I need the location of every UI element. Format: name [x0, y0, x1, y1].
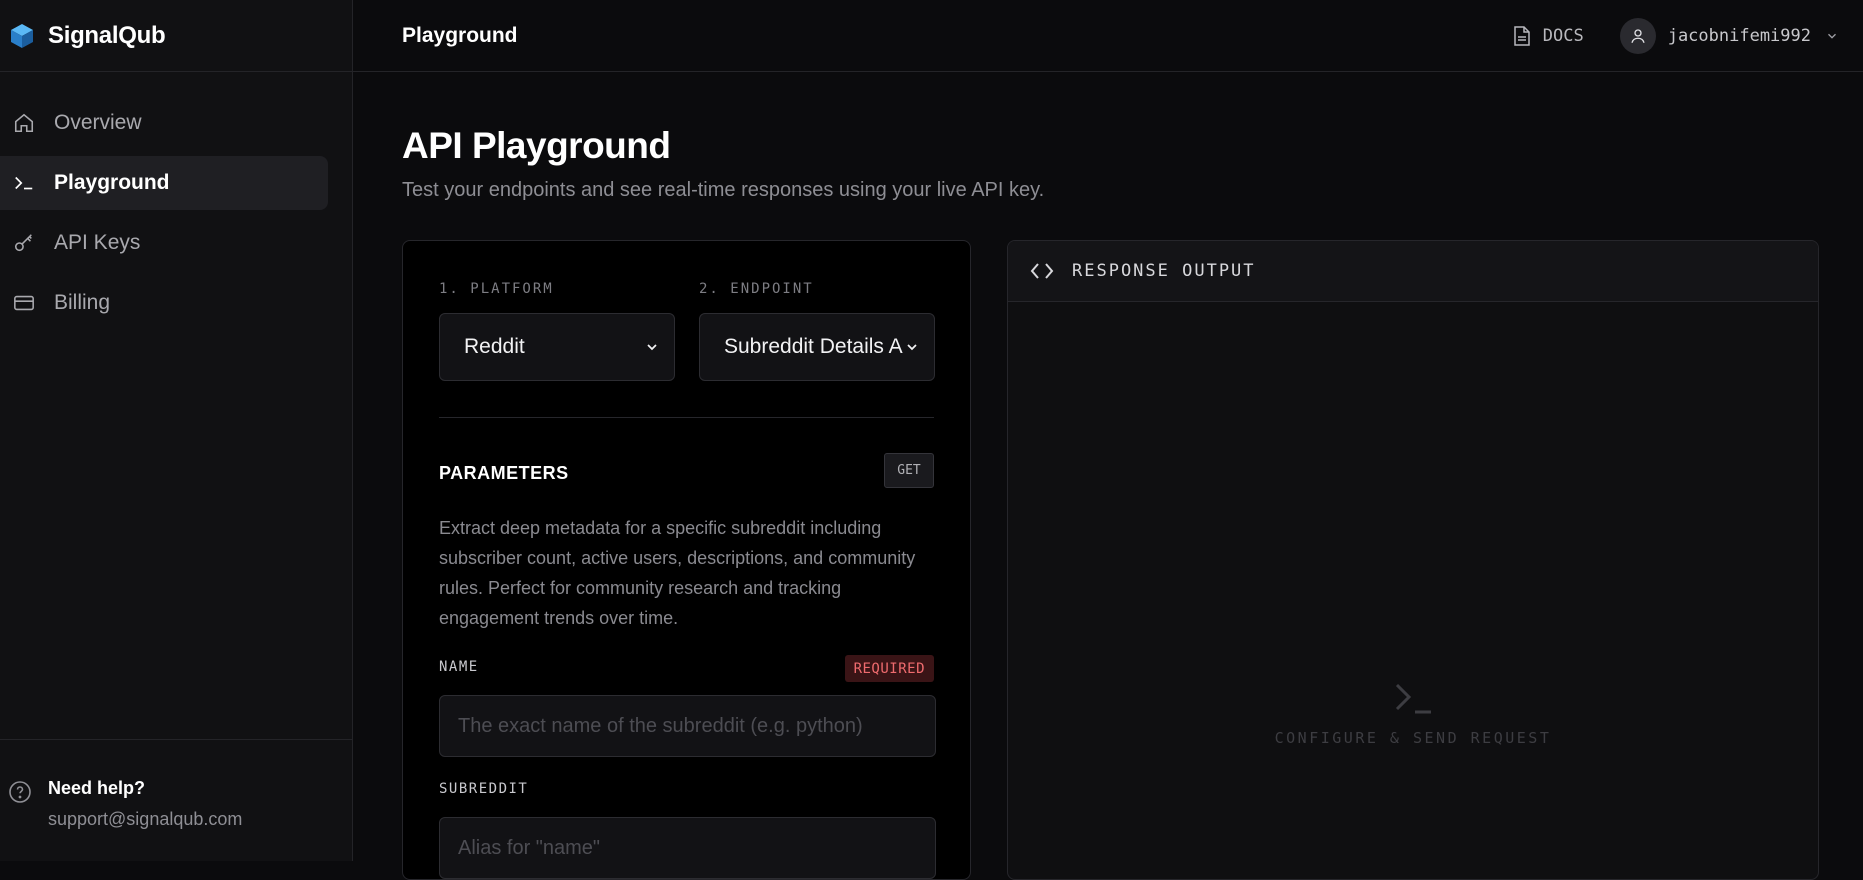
credit-card-icon — [12, 291, 36, 315]
name-input[interactable] — [439, 695, 936, 757]
sidebar-item-api-keys[interactable]: API Keys — [0, 216, 328, 270]
sidebar: SignalQub Overview Playground API Keys B… — [0, 0, 353, 861]
sidebar-item-overview[interactable]: Overview — [0, 96, 328, 150]
sidebar-item-label: Overview — [54, 111, 142, 134]
code-brackets-icon — [1030, 263, 1054, 279]
sidebar-item-label: Playground — [54, 171, 170, 194]
main-content: API Playground Test your endpoints and s… — [353, 72, 1863, 880]
endpoint-description: Extract deep metadata for a specific sub… — [439, 518, 916, 628]
user-icon — [1631, 28, 1645, 43]
subreddit-field-label: SUBREDDIT — [439, 781, 529, 797]
username: jacobnifemi992 — [1667, 25, 1811, 46]
parameters-title: PARAMETERS — [439, 463, 569, 483]
support-email-link[interactable]: support@signalqub.com — [48, 809, 242, 830]
topbar-title: Playground — [402, 23, 518, 47]
sidebar-item-billing[interactable]: Billing — [0, 276, 328, 330]
sidebar-item-playground[interactable]: Playground — [0, 156, 328, 210]
help-section: Need help? support@signalqub.com — [0, 739, 352, 861]
topbar: Playground DOCS jacobnifemi992 — [353, 0, 1863, 72]
docs-link[interactable]: DOCS — [1513, 26, 1584, 46]
endpoint-value: Subreddit Details API — [724, 335, 904, 358]
terminal-icon — [12, 171, 36, 195]
document-icon — [1514, 25, 1530, 46]
name-field-label: NAME — [439, 659, 479, 675]
avatar — [1619, 17, 1656, 54]
response-empty-state: CONFIGURE & SEND REQUEST — [1008, 681, 1818, 748]
platform-value: Reddit — [464, 335, 525, 358]
help-title: Need help? — [48, 778, 146, 798]
chevron-down-icon — [907, 344, 917, 351]
docs-label: DOCS — [1542, 25, 1584, 46]
response-header: RESPONSE OUTPUT — [1008, 241, 1818, 302]
sidebar-item-label: Billing — [54, 291, 111, 314]
brand-name: SignalQub — [48, 21, 166, 49]
request-config-card: 1. PLATFORM 2. ENDPOINT Reddit Subreddit… — [402, 240, 971, 880]
chevron-down-icon — [647, 344, 657, 351]
key-icon — [12, 231, 36, 255]
http-method-badge: GET — [884, 453, 934, 488]
sidebar-nav: Overview Playground API Keys Billing — [0, 72, 352, 330]
response-title: RESPONSE OUTPUT — [1072, 261, 1256, 281]
response-output-card: RESPONSE OUTPUT CONFIGURE & SEND REQUEST — [1007, 240, 1819, 880]
page-subtitle: Test your endpoints and see real-time re… — [402, 179, 1045, 201]
home-icon — [12, 111, 36, 135]
terminal-icon — [1395, 683, 1431, 714]
user-menu[interactable]: jacobnifemi992 — [1619, 17, 1839, 54]
sidebar-item-label: API Keys — [54, 231, 141, 254]
topbar-actions: DOCS jacobnifemi992 — [1513, 17, 1839, 54]
help-circle-icon — [9, 781, 31, 803]
platform-label: 1. PLATFORM — [439, 281, 554, 297]
empty-state-text: CONFIGURE & SEND REQUEST — [1274, 729, 1552, 747]
endpoint-select[interactable]: Subreddit Details API — [699, 313, 935, 381]
chevron-down-icon — [1828, 33, 1836, 39]
required-badge: REQUIRED — [844, 655, 934, 682]
signalqub-logo-icon — [11, 23, 33, 48]
page-title: API Playground — [402, 125, 671, 166]
platform-select[interactable]: Reddit — [439, 313, 675, 381]
endpoint-label: 2. ENDPOINT — [699, 281, 814, 297]
brand[interactable]: SignalQub — [0, 0, 352, 72]
subreddit-input[interactable] — [439, 817, 936, 879]
divider — [439, 417, 934, 418]
